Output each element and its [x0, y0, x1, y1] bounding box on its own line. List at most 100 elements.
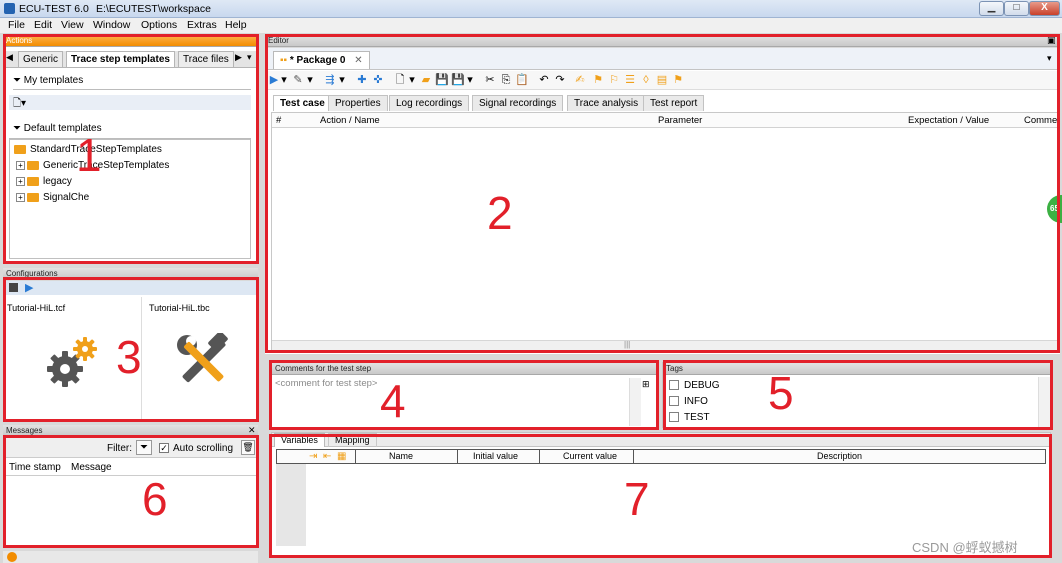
tab-test-case[interactable]: Test case: [273, 95, 332, 111]
configurations-panel: ▶ Tutorial-HiL.tcf Tutorial-HiL.tbc: [3, 281, 258, 422]
paste-icon[interactable]: 📋: [515, 73, 529, 87]
bookmark-icon[interactable]: ⚑: [591, 73, 605, 87]
tree-item[interactable]: StandardTraceStepTemplates: [14, 142, 162, 157]
vertical-scrollbar[interactable]: [629, 378, 641, 426]
comment-input[interactable]: <comment for test step>: [275, 378, 629, 426]
column-message[interactable]: Message: [71, 462, 112, 473]
dropdown-icon[interactable]: ▾: [303, 73, 317, 87]
tab-log-recordings[interactable]: Log recordings: [389, 95, 470, 111]
diamond-icon[interactable]: ◊: [639, 73, 653, 87]
configurations-toolbar: ▶: [3, 281, 258, 295]
app-title: ECU-TEST 6.0: [19, 3, 89, 15]
column-comment[interactable]: Comme: [1024, 113, 1057, 128]
stop-icon[interactable]: [9, 283, 18, 292]
column-current-value[interactable]: Current value: [563, 449, 617, 464]
column-name[interactable]: Name: [389, 449, 413, 464]
menu-options[interactable]: Options: [141, 19, 177, 31]
column-time-stamp[interactable]: Time stamp: [9, 462, 61, 473]
tab-list-icon[interactable]: ▾: [1047, 53, 1052, 64]
menu-extras[interactable]: Extras: [187, 19, 217, 31]
vertical-scrollbar[interactable]: [1038, 377, 1050, 427]
tab-scroll-right-icon[interactable]: ▶: [235, 52, 242, 63]
dropdown-icon[interactable]: ▾: [463, 73, 477, 87]
messages-header: Messages: [3, 425, 258, 437]
column-action-name[interactable]: Action / Name: [320, 113, 380, 128]
menu-window[interactable]: Window: [93, 19, 130, 31]
tree-item[interactable]: + legacy: [16, 174, 72, 189]
close-icon[interactable]: ✕: [248, 425, 256, 436]
column-description[interactable]: Description: [817, 449, 862, 464]
close-button[interactable]: X: [1029, 1, 1060, 16]
tree-item-label: legacy: [43, 176, 72, 187]
expand-icon[interactable]: +: [16, 160, 25, 170]
tab-scroll-left-icon[interactable]: ◀: [6, 52, 13, 63]
tab-test-report[interactable]: Test report: [643, 95, 705, 111]
horizontal-scrollbar[interactable]: |||: [272, 340, 1059, 351]
format-icon[interactable]: ⊞: [642, 379, 650, 390]
trash-icon[interactable]: 🗑: [241, 440, 255, 455]
default-templates-toggle[interactable]: ⏷ Default templates: [13, 123, 102, 134]
config-item-tbc[interactable]: Tutorial-HiL.tbc: [143, 297, 258, 421]
checkbox[interactable]: [669, 380, 679, 391]
tree-item[interactable]: + SignalChe: [16, 190, 89, 205]
tab-trace-analysis[interactable]: Trace analysis: [567, 95, 646, 111]
insert-icon[interactable]: ✚: [355, 73, 369, 87]
tag-item[interactable]: TEST: [669, 412, 710, 425]
expand-icon[interactable]: +: [16, 192, 25, 202]
checkbox[interactable]: [669, 412, 679, 423]
maximize-panel-icon[interactable]: ▣: [1047, 35, 1056, 46]
export-icon[interactable]: ⇤: [323, 451, 331, 462]
minimize-button[interactable]: ▁: [979, 1, 1004, 16]
menu-help[interactable]: Help: [225, 19, 247, 31]
document-tab[interactable]: ▪▪ * Package 0 ✕: [273, 51, 370, 69]
tab-trace-step-templates[interactable]: Trace step templates: [66, 51, 175, 67]
column-number[interactable]: #: [276, 113, 281, 128]
tab-mapping[interactable]: Mapping: [328, 433, 377, 447]
menu-file[interactable]: File: [8, 19, 25, 31]
save-icon[interactable]: 💾: [435, 73, 449, 87]
new-template-icon[interactable]: 🗋▾: [13, 96, 26, 113]
tab-list-icon[interactable]: ▾: [247, 52, 252, 63]
tree-item[interactable]: + GenericTraceStepTemplates: [16, 158, 169, 173]
list-icon[interactable]: ▤: [655, 73, 669, 87]
edit-icon[interactable]: ✍: [573, 73, 587, 87]
tag-item[interactable]: DEBUG: [669, 380, 720, 391]
tag-icon[interactable]: ⚐: [607, 73, 621, 87]
dropdown-icon[interactable]: ▾: [405, 73, 419, 87]
tab-trace-files[interactable]: Trace files: [178, 51, 234, 67]
redo-icon[interactable]: ↷: [553, 73, 567, 87]
grid-icon[interactable]: ▦: [337, 451, 346, 462]
actions-tabbar: ◀ Generic Trace step templates Trace fil…: [3, 51, 258, 68]
my-templates-toggle[interactable]: ⏷ My templates: [13, 75, 83, 86]
tab-generic[interactable]: Generic: [18, 51, 64, 67]
cut-icon[interactable]: ✂: [483, 73, 497, 87]
tag-item[interactable]: INFO: [669, 396, 708, 407]
play-icon[interactable]: ▶: [25, 281, 33, 294]
gears-icon: [47, 337, 97, 387]
dropdown-icon[interactable]: ▾: [335, 73, 349, 87]
tab-signal-recordings[interactable]: Signal recordings: [472, 95, 564, 111]
import-icon[interactable]: ⇥: [309, 451, 317, 462]
column-initial-value[interactable]: Initial value: [473, 449, 518, 464]
open-folder-icon[interactable]: ▰: [419, 73, 433, 87]
filter-icon[interactable]: ⏷: [136, 440, 152, 455]
tab-variables[interactable]: Variables: [274, 433, 325, 447]
menu-edit[interactable]: Edit: [34, 19, 52, 31]
checkbox[interactable]: [669, 396, 679, 407]
undo-icon[interactable]: ↶: [537, 73, 551, 87]
menu-view[interactable]: View: [61, 19, 84, 31]
copy-icon[interactable]: ⎘: [499, 73, 513, 87]
move-icon[interactable]: ✜: [371, 73, 385, 87]
close-tab-icon[interactable]: ✕: [354, 55, 362, 66]
column-parameter[interactable]: Parameter: [658, 113, 702, 128]
document-icon[interactable]: ☰: [623, 73, 637, 87]
auto-scrolling-checkbox[interactable]: ✓: [159, 443, 169, 453]
expand-icon[interactable]: +: [16, 176, 25, 186]
column-expectation[interactable]: Expectation / Value: [908, 113, 989, 128]
flag-icon[interactable]: ⚑: [671, 73, 685, 87]
tab-properties[interactable]: Properties: [328, 95, 388, 111]
maximize-button[interactable]: □: [1004, 1, 1029, 16]
actions-panel: Actions ◀ Generic Trace step templates T…: [3, 35, 258, 264]
dropdown-icon[interactable]: ▾: [277, 73, 291, 87]
config-item-tcf[interactable]: Tutorial-HiL.tcf: [3, 297, 142, 421]
